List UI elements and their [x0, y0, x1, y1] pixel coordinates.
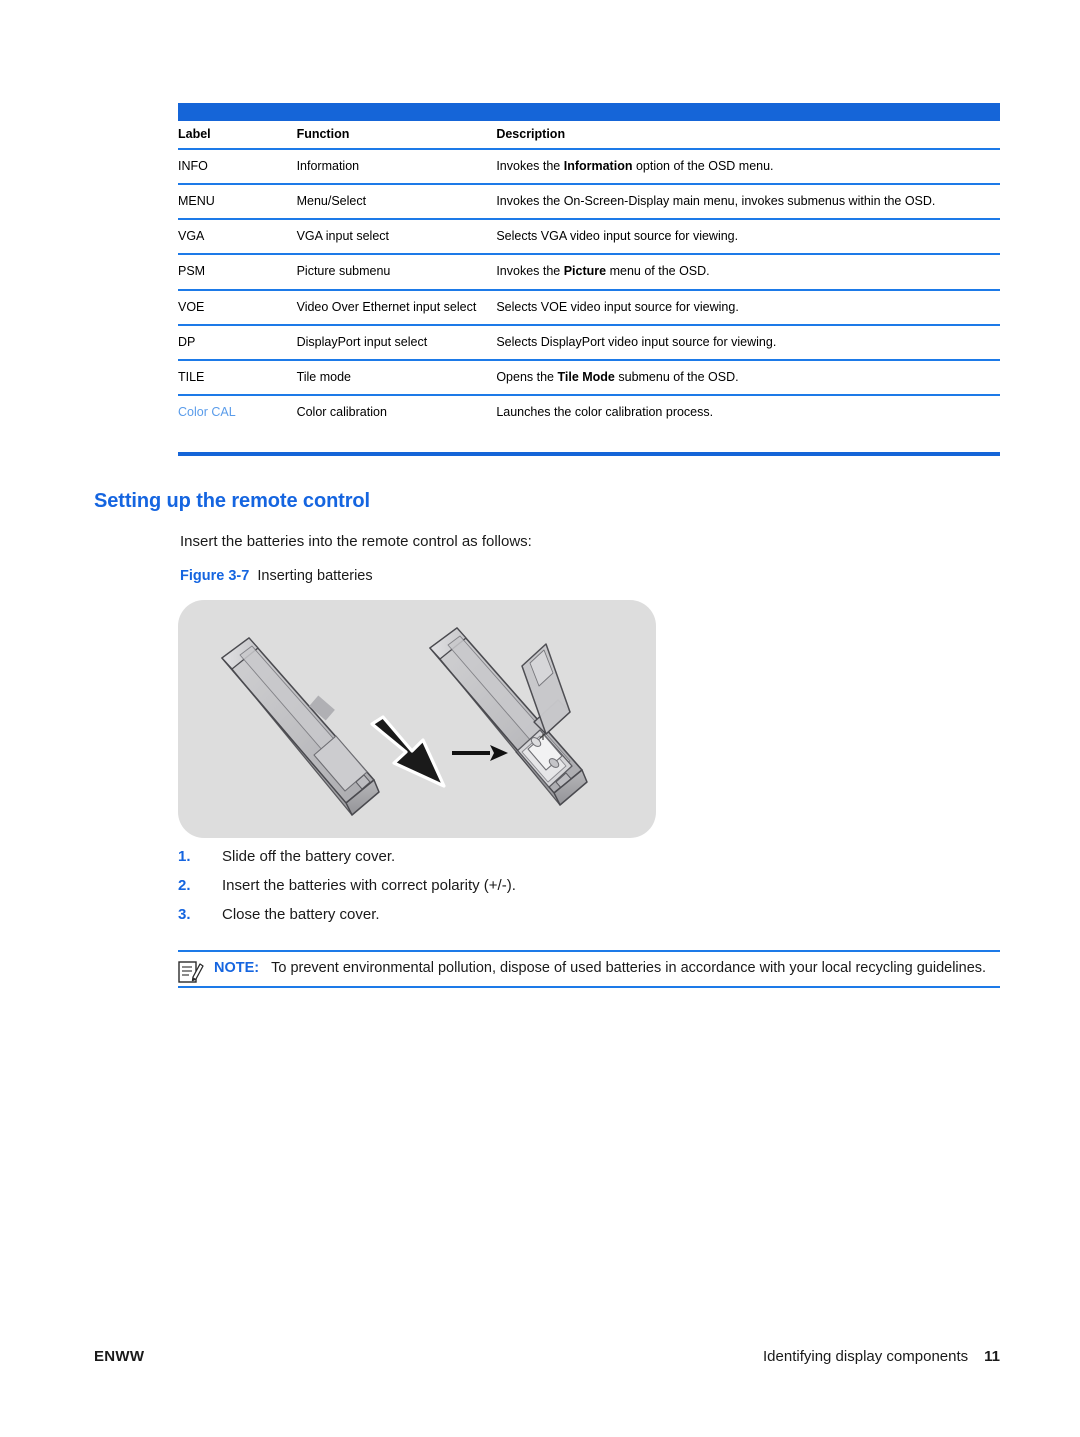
- desc-pre: Invokes the: [496, 264, 564, 279]
- table-body: INFO Information Invokes the Information…: [178, 147, 1000, 429]
- step-number: 2.: [178, 877, 191, 894]
- list-item: 1. Slide off the battery cover.: [178, 848, 878, 865]
- desc-bold: Information: [563, 159, 633, 173]
- footer-left-label: ENWW: [94, 1348, 145, 1365]
- desc-post: submenu of the OSD.: [614, 369, 739, 384]
- table-top-rule: [178, 103, 1000, 121]
- cell-label: VOE: [178, 288, 297, 325]
- table-row: DP DisplayPort input select Selects Disp…: [178, 323, 1000, 360]
- step-text: Slide off the battery cover.: [222, 848, 396, 865]
- note-inner: NOTE: To prevent environmental pollution,…: [178, 958, 1000, 983]
- cell-description: Selects VGA video input source for viewi…: [496, 218, 1000, 255]
- cell-function: Picture submenu: [296, 253, 497, 290]
- table-bottom-rule: [178, 452, 1000, 456]
- step-number: 3.: [178, 906, 191, 923]
- intro-paragraph: Insert the batteries into the remote con…: [180, 533, 532, 550]
- table-row: Color CAL Color calibration Launches the…: [178, 393, 1000, 429]
- list-item: 3. Close the battery cover.: [178, 906, 878, 923]
- column-header-label: Label: [178, 127, 211, 141]
- desc-post: option of the OSD menu.: [632, 159, 774, 173]
- cell-label: INFO: [178, 147, 297, 185]
- note-callout: NOTE: To prevent environmental pollution,…: [178, 950, 1000, 989]
- remote-left: [221, 637, 380, 816]
- cell-function: Menu/Select: [296, 183, 497, 220]
- remote-battery-illustration: [221, 627, 588, 816]
- cell-function: Information: [296, 147, 497, 185]
- note-pencil-icon: [178, 961, 204, 983]
- desc-bold: Tile Mode: [557, 369, 615, 384]
- table-row: VOE Video Over Ethernet input select Sel…: [178, 288, 1000, 325]
- cell-label: TILE: [178, 358, 297, 395]
- cell-description: Selects VOE video input source for viewi…: [496, 288, 1000, 325]
- cell-label: DP: [178, 323, 297, 360]
- step-number: 1.: [178, 848, 191, 865]
- note-text: To prevent environmental pollution, disp…: [271, 960, 987, 976]
- slide-arrow-icon: [370, 715, 446, 788]
- cell-description: Invokes the On-Screen-Display main menu,…: [496, 183, 1000, 220]
- table-row: VGA VGA input select Selects VGA video i…: [178, 218, 1000, 255]
- note-label: NOTE:: [214, 960, 260, 976]
- list-item: 2. Insert the batteries with correct pol…: [178, 877, 878, 894]
- cell-label: MENU: [178, 183, 297, 220]
- page-title: Setting up the remote control: [94, 490, 370, 512]
- cell-function: Video Over Ethernet input select: [296, 288, 497, 325]
- desc-pre: Selects VGA video input source for viewi…: [496, 229, 739, 244]
- table-row: TILE Tile mode Opens the Tile Mode subme…: [178, 358, 1000, 395]
- cell-description: Invokes the Information option of the OS…: [496, 147, 1000, 185]
- steps-list: 1. Slide off the battery cover. 2. Inser…: [178, 848, 878, 935]
- cell-function: VGA input select: [296, 218, 497, 255]
- table-row: MENU Menu/Select Invokes the On-Screen-D…: [178, 183, 1000, 220]
- cell-function: DisplayPort input select: [296, 323, 497, 360]
- cell-label: VGA: [178, 218, 297, 255]
- desc-post: menu of the OSD.: [606, 264, 710, 279]
- column-header-function: Function: [296, 127, 350, 141]
- table-row: INFO Information Invokes the Information…: [178, 147, 1000, 185]
- figure-title: Inserting batteries: [257, 568, 373, 584]
- cell-description: Invokes the Picture menu of the OSD.: [496, 253, 1000, 290]
- desc-pre: Selects VOE video input source for viewi…: [496, 299, 739, 314]
- page-number: 11: [984, 1348, 1000, 1365]
- footer-right: Identifying display components 11: [763, 1348, 1000, 1365]
- table-header-row: Label Function Description: [178, 121, 1000, 149]
- figure-inserting-batteries: [178, 600, 656, 838]
- footer-section-title: Identifying display components: [763, 1348, 969, 1365]
- step-text: Close the battery cover.: [222, 906, 380, 923]
- figure-number: Figure 3-7: [180, 568, 250, 584]
- remote-right: [429, 627, 588, 806]
- cell-description: Launches the color calibration process.: [496, 393, 1000, 429]
- desc-pre: Invokes the On-Screen-Display main menu,…: [496, 194, 936, 209]
- column-header-description: Description: [496, 127, 566, 141]
- figure-caption: Figure 3-7 Inserting batteries: [180, 568, 373, 584]
- remote-button-table: Label Function Description INFO Informat…: [178, 103, 1000, 429]
- desc-bold: Picture: [563, 264, 607, 279]
- direction-arrow-icon: [452, 745, 508, 761]
- cell-description: Selects DisplayPort video input source f…: [496, 323, 1000, 360]
- cell-function: Tile mode: [296, 358, 497, 395]
- table-head-rule: [178, 103, 1000, 121]
- desc-pre: Selects DisplayPort video input source f…: [496, 334, 777, 349]
- cell-description: Opens the Tile Mode submenu of the OSD.: [496, 358, 1000, 395]
- cell-label: Color CAL: [178, 393, 297, 429]
- desc-pre: Launches the color calibration process.: [496, 404, 714, 419]
- cell-function: Color calibration: [296, 393, 497, 429]
- desc-pre: Invokes the: [496, 159, 564, 173]
- table-head: Label Function Description: [178, 103, 1000, 149]
- desc-pre: Opens the: [496, 369, 558, 384]
- step-text: Insert the batteries with correct polari…: [222, 877, 516, 894]
- cell-label: PSM: [178, 253, 297, 290]
- table-row: PSM Picture submenu Invokes the Picture …: [178, 253, 1000, 290]
